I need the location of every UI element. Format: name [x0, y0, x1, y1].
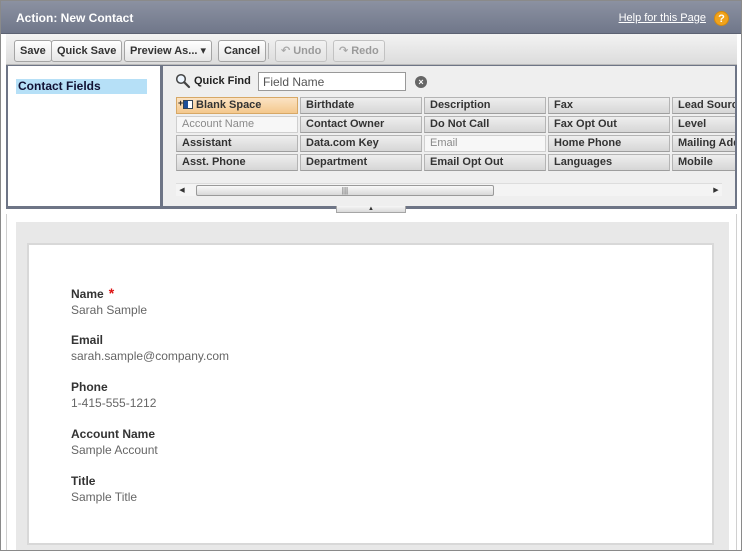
field-value: Sample Title — [71, 490, 138, 504]
layout-field-name[interactable]: Name * Sarah Sample — [71, 285, 147, 317]
palette-field-asst-phone[interactable]: Asst. Phone — [176, 154, 298, 171]
help-link[interactable]: Help for this Page — [619, 12, 706, 24]
undo-button[interactable]: ↶ Undo — [275, 40, 328, 62]
scroll-right-icon[interactable]: ▶ — [710, 184, 722, 197]
plus-icon: + — [178, 98, 184, 108]
help-icon[interactable]: ? — [714, 11, 729, 26]
palette-field-mailing-address[interactable]: Mailing Address — [672, 135, 735, 152]
palette-field-assistant[interactable]: Assistant — [176, 135, 298, 152]
preview-as-button[interactable]: Preview As... ▾ — [124, 40, 213, 62]
cancel-button[interactable]: Cancel — [218, 40, 267, 62]
chevron-down-icon: ▾ — [200, 45, 207, 57]
palette-field-fax-opt-out[interactable]: Fax Opt Out — [548, 116, 670, 133]
undo-label: Undo — [293, 45, 322, 57]
palette-field-account-name[interactable]: Account Name — [176, 116, 298, 133]
palette-horizontal-scrollbar[interactable]: ◀ ||| ▶ — [176, 183, 722, 196]
category-contact-fields[interactable]: Contact Fields — [16, 79, 147, 94]
layout-field-email[interactable]: Email sarah.sample@company.com — [71, 333, 229, 363]
field-label: Name * — [71, 285, 147, 301]
quick-find-label: Quick Find — [194, 75, 251, 87]
field-value: sarah.sample@company.com — [71, 349, 230, 363]
palette-field-description[interactable]: Description — [424, 97, 546, 114]
palette-field-label: Blank Space — [196, 99, 262, 111]
palette-field-datacom-key[interactable]: Data.com Key — [300, 135, 422, 152]
palette-field-contact-owner[interactable]: Contact Owner — [300, 116, 422, 133]
quick-find-input[interactable] — [258, 72, 406, 91]
palette-field-email-opt-out[interactable]: Email Opt Out — [424, 154, 546, 171]
collapse-palette-handle[interactable]: ▲ — [336, 206, 406, 213]
layout-editor-frame: Save Quick Save Preview As... ▾ Cancel ↶… — [6, 34, 737, 213]
toolbar-separator — [268, 43, 269, 59]
blank-space-icon — [183, 100, 193, 109]
field-value: Sarah Sample — [71, 303, 148, 317]
quick-find: Quick Find × — [175, 72, 735, 92]
palette-field-department[interactable]: Department — [300, 154, 422, 171]
palette-field-do-not-call[interactable]: Do Not Call — [424, 116, 546, 133]
layout-field-phone[interactable]: Phone 1-415-555-1212 — [71, 380, 156, 410]
field-label: Email — [71, 333, 104, 347]
palette-field-lead-source[interactable]: Lead Source — [672, 97, 735, 114]
search-icon — [175, 73, 191, 89]
layout-field-title[interactable]: Title Sample Title — [71, 474, 137, 504]
redo-label: Redo — [351, 45, 379, 57]
field-palette: Quick Find × + Blank Space Birthdate Desc… — [163, 66, 735, 206]
palette-field-blank-space[interactable]: + Blank Space — [176, 97, 298, 114]
palette-field-fax[interactable]: Fax — [548, 97, 670, 114]
preview-as-label: Preview As... — [130, 45, 198, 57]
redo-icon: ↷ — [339, 45, 349, 57]
field-label: Account Name — [71, 427, 156, 441]
undo-icon: ↶ — [281, 45, 291, 57]
save-button[interactable]: Save — [14, 40, 52, 62]
title-bar: Action: New Contact Help for this Page ? — [0, 0, 742, 34]
layout-canvas: Name * Sarah Sample Email sarah.sample@co… — [6, 214, 737, 551]
palette-field-email[interactable]: Email — [424, 135, 546, 152]
palette-field-mobile[interactable]: Mobile — [672, 154, 735, 171]
field-label-text: Name — [71, 287, 104, 301]
page-title: Action: New Contact — [16, 11, 134, 25]
field-label: Phone — [71, 380, 108, 394]
palette-field-home-phone[interactable]: Home Phone — [548, 135, 670, 152]
palette-field-birthdate[interactable]: Birthdate — [300, 97, 422, 114]
palette-field-languages[interactable]: Languages — [548, 154, 670, 171]
layout-field-account-name[interactable]: Account Name Sample Account — [71, 427, 158, 457]
scroll-left-icon[interactable]: ◀ — [176, 184, 188, 197]
scrollbar-thumb[interactable]: ||| — [196, 185, 494, 196]
redo-button[interactable]: ↷ Redo — [333, 40, 385, 62]
field-value: Sample Account — [71, 443, 158, 457]
toolbar: Save Quick Save Preview As... ▾ Cancel ↶… — [6, 34, 737, 65]
field-value: 1-415-555-1212 — [71, 396, 157, 410]
required-marker: * — [108, 285, 115, 301]
chevron-up-icon: ▲ — [368, 206, 374, 212]
field-label: Title — [71, 474, 96, 488]
quick-save-button[interactable]: Quick Save — [51, 40, 123, 62]
layout-section[interactable]: Name * Sarah Sample Email sarah.sample@co… — [27, 243, 714, 545]
category-panel: Contact Fields — [8, 66, 160, 206]
palette-field-level[interactable]: Level — [672, 116, 735, 133]
clear-search-icon[interactable]: × — [415, 76, 427, 88]
layout-section-container: Name * Sarah Sample Email sarah.sample@co… — [16, 222, 729, 551]
